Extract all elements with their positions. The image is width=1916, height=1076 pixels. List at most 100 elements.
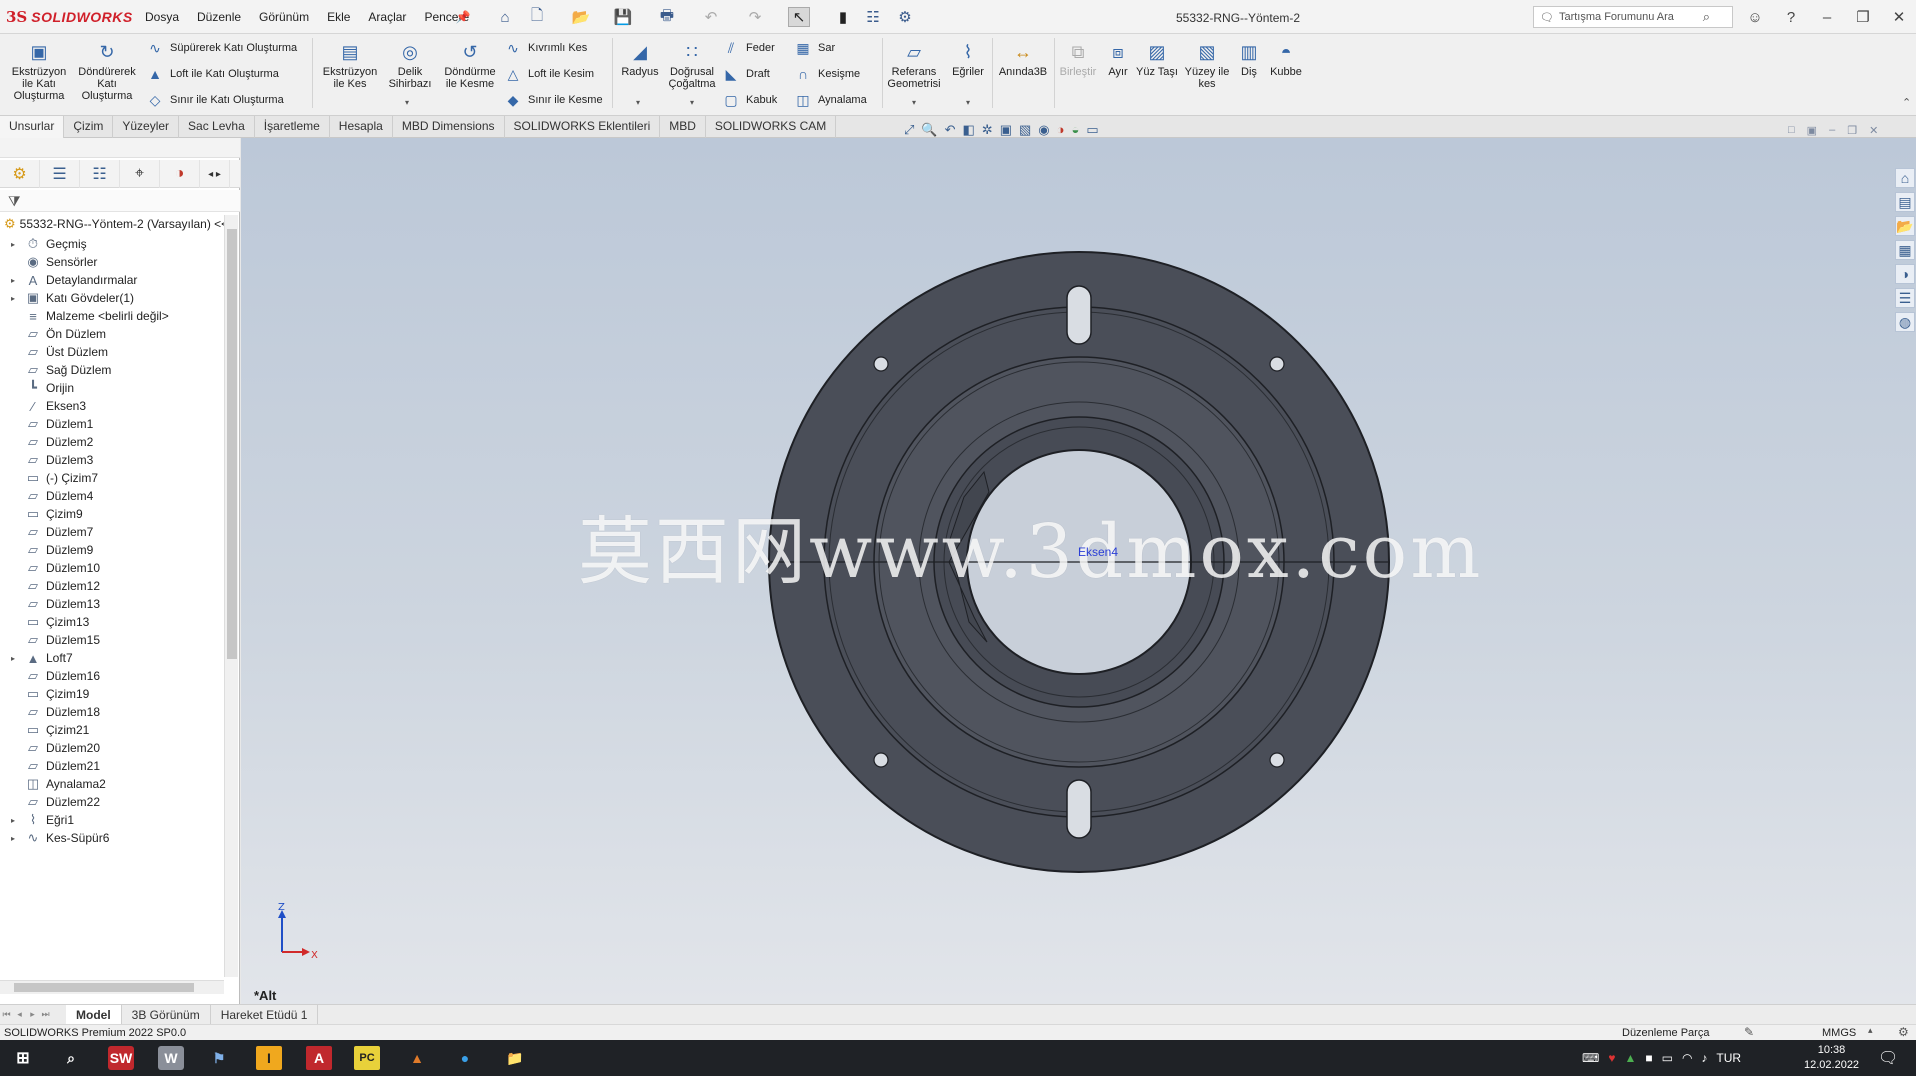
viewport-close-icon[interactable]: ✕ [1869, 124, 1878, 137]
fillet-dropdown-icon[interactable]: ▾ [636, 98, 640, 107]
lofted-boss-button[interactable]: ▲ Loft ile Katı Oluşturma [146, 64, 279, 84]
home-icon[interactable]: ⌂ [494, 7, 516, 27]
tree-item[interactable]: ▸ A Detaylandırmalar [0, 271, 224, 289]
reference-geometry-button[interactable]: ▱ Referans Geometrisi [884, 40, 944, 90]
help-icon[interactable]: ? [1780, 6, 1802, 28]
solidworks-logo[interactable]: 3S SOLIDWORKS [6, 7, 133, 27]
menu-duzenle[interactable]: Düzenle [188, 10, 250, 24]
search-icon[interactable]: ⌕ [58, 1046, 84, 1070]
boundary-cut-button[interactable]: ◆ Sınır ile Kesme [504, 90, 603, 110]
viewport-minimize-icon[interactable]: – [1829, 124, 1835, 137]
tree-item[interactable]: ▱ Düzlem12 [0, 577, 224, 595]
tree-root[interactable]: ⚙ 55332-RNG--Yöntem-2 (Varsayılan) << [0, 215, 224, 233]
menu-gorunum[interactable]: Görünüm [250, 10, 318, 24]
tree-item[interactable]: ▭ Çizim13 [0, 613, 224, 631]
tree-item[interactable]: ≡ Malzeme <belirli değil> [0, 307, 224, 325]
tree-item[interactable]: ▱ Düzlem7 [0, 523, 224, 541]
view-palette-icon[interactable]: ▦ [1895, 240, 1915, 260]
expand-arrow-icon[interactable]: ▸ [8, 816, 18, 825]
matlab-taskbar-icon[interactable]: ▲ [404, 1046, 430, 1070]
intersect-button[interactable]: ∩ Kesişme [794, 64, 860, 84]
tree-item[interactable]: ▱ Düzlem21 [0, 757, 224, 775]
tree-item[interactable]: ▱ Düzlem22 [0, 793, 224, 811]
design-library-icon[interactable]: ▤ [1895, 192, 1915, 212]
scroll-thumb[interactable] [227, 229, 237, 659]
tree-item[interactable]: ▱ Düzlem16 [0, 667, 224, 685]
combine-button[interactable]: ⧉ Birleştir [1056, 40, 1100, 78]
keyboard-icon[interactable]: ⌨ [1582, 1051, 1599, 1065]
tree-item[interactable]: ▭ Çizim19 [0, 685, 224, 703]
thread-button[interactable]: ▥ Diş [1236, 40, 1262, 78]
tree-item[interactable]: ▱ Düzlem20 [0, 739, 224, 757]
mirror-button[interactable]: ◫ Aynalama [794, 90, 866, 110]
expand-arrow-icon[interactable]: ▸ [8, 654, 18, 663]
tab-isaretleme[interactable]: İşaretleme [255, 116, 330, 138]
tree-item[interactable]: ▸ ▲ Loft7 [0, 649, 224, 667]
inventor-taskbar-icon[interactable]: I [256, 1046, 282, 1070]
extrude-boss-button[interactable]: ▣ Ekstrüzyon ile Katı Oluşturma [8, 40, 70, 102]
tree-item[interactable]: ▱ Düzlem18 [0, 703, 224, 721]
viewport-split-icon[interactable]: ▣ [1807, 124, 1817, 137]
pattern-dropdown-icon[interactable]: ▾ [690, 98, 694, 107]
status-units[interactable]: MMGS [1822, 1027, 1856, 1039]
tree-item[interactable]: ▱ Düzlem3 [0, 451, 224, 469]
autocad-taskbar-icon[interactable]: A [306, 1046, 332, 1070]
pin-menu-icon[interactable]: 📌 [452, 7, 474, 27]
tree-item[interactable]: ▸ ⌇ Eğri1 [0, 811, 224, 829]
prev-tab-icon[interactable]: ◂ [13, 1009, 26, 1020]
windows-start-icon[interactable]: ⊞ [10, 1046, 36, 1070]
tab-cizim[interactable]: Çizim [64, 116, 114, 138]
tree-item[interactable]: ∕ Eksen3 [0, 397, 224, 415]
tab-solidworks-eklentileri[interactable]: SOLIDWORKS Eklentileri [505, 116, 661, 138]
tree-item[interactable]: ▱ Düzlem13 [0, 595, 224, 613]
previous-view-icon[interactable]: ↶ [945, 122, 956, 138]
fillet-button[interactable]: ◢ Radyus [618, 40, 662, 78]
search-icon[interactable]: ⌕ [1703, 9, 1710, 25]
volume-icon[interactable]: ♪ [1701, 1051, 1707, 1065]
file-properties-icon[interactable]: ☷ [862, 7, 884, 27]
tab-mbd[interactable]: MBD [660, 116, 706, 138]
boundary-boss-button[interactable]: ◇ Sınır ile Katı Oluşturma [146, 90, 284, 110]
configuration-manager-tab-icon[interactable]: ☷ [80, 160, 120, 188]
hole-wizard-button[interactable]: ◎ Delik Sihirbazı [382, 40, 438, 90]
tree-item[interactable]: ▭ Çizim21 [0, 721, 224, 739]
lofted-cut-button[interactable]: △ Loft ile Kesim [504, 64, 594, 84]
cut-with-surface-button[interactable]: ▧ Yüzey ile kes [1182, 40, 1232, 90]
expand-arrow-icon[interactable]: ▸ [8, 834, 18, 843]
redo-icon[interactable]: ↷ [744, 7, 766, 27]
file-explorer-icon[interactable]: 📂 [1895, 216, 1915, 236]
expand-arrow-icon[interactable]: ▸ [8, 294, 18, 303]
tree-item[interactable]: ▱ Üst Düzlem [0, 343, 224, 361]
tab-3d-view[interactable]: 3B Görünüm [122, 1004, 211, 1025]
tree-item[interactable]: ▱ Ön Düzlem [0, 325, 224, 343]
move-face-button[interactable]: ▨ Yüz Taşı [1134, 40, 1180, 78]
new-document-icon[interactable]: 🗋 [526, 7, 548, 27]
clock[interactable]: 10:38 12.02.2022 [1804, 1043, 1859, 1073]
select-arrow-icon[interactable]: ↖ [788, 7, 810, 27]
rebuild-status-icon[interactable]: ✎ [1744, 1025, 1754, 1039]
revolve-boss-button[interactable]: ↻ Döndürerek Katı Oluşturma [76, 40, 138, 102]
ansys-taskbar-icon[interactable]: ⚑ [206, 1046, 232, 1070]
save-icon[interactable]: 💾 [612, 7, 634, 27]
tab-hesapla[interactable]: Hesapla [330, 116, 393, 138]
display-style-icon[interactable]: ▧ [1019, 122, 1031, 138]
feature-manager-tab-icon[interactable]: ⚙ [0, 160, 40, 188]
tree-item[interactable]: ▱ Düzlem4 [0, 487, 224, 505]
view-orientation-icon[interactable]: ▣ [1000, 122, 1012, 138]
swept-boss-button[interactable]: ∿ Süpürerek Katı Oluşturma [146, 38, 297, 58]
tree-item[interactable]: ▱ Düzlem9 [0, 541, 224, 559]
tree-item[interactable]: ▱ Düzlem15 [0, 631, 224, 649]
open-folder-icon[interactable]: 📂 [570, 7, 592, 27]
status-settings-icon[interactable]: ⚙ [1898, 1025, 1909, 1039]
tab-solidworks-cam[interactable]: SOLIDWORKS CAM [706, 116, 837, 138]
split-button[interactable]: ⧈ Ayır [1104, 40, 1132, 78]
tree-item[interactable]: ◉ Sensörler [0, 253, 224, 271]
tree-item[interactable]: ▸ ▣ Katı Gövdeler(1) [0, 289, 224, 307]
expand-arrow-icon[interactable]: ▸ [8, 276, 18, 285]
minimize-icon[interactable]: – [1816, 6, 1838, 28]
tree-item[interactable]: ▸ ∿ Kes-Süpür6 [0, 829, 224, 847]
extruded-cut-button[interactable]: ▤ Ekstrüzyon ile Kes [318, 40, 382, 90]
dynamic-annotation-icon[interactable]: ✲ [982, 122, 993, 138]
dimxpert-tab-icon[interactable]: ⌖ [120, 160, 160, 188]
last-tab-icon[interactable]: ⏭ [39, 1009, 52, 1020]
